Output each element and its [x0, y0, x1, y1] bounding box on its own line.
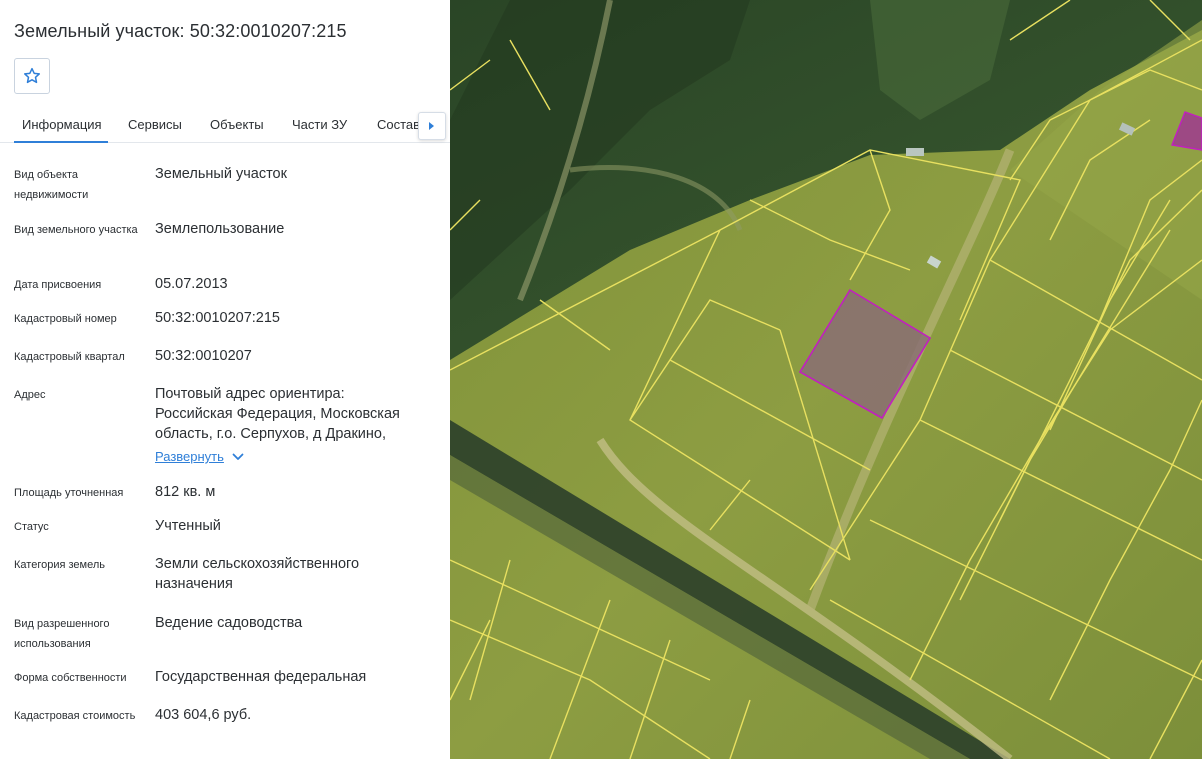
cadastral-map[interactable] [450, 0, 1202, 759]
tabs-scroll-right-button[interactable] [418, 112, 446, 140]
field-value-land-type: Землепользование [155, 221, 285, 237]
map-canvas[interactable] [450, 0, 1202, 759]
field-value-ownership: Государственная федеральная [155, 669, 367, 685]
tab-info[interactable]: Информация [14, 107, 108, 143]
tab-bar: Информация Сервисы Объекты Части ЗУ Сост… [0, 107, 450, 143]
field-label-cadastral-quarter: Кадастровый квартал [14, 351, 125, 363]
building-1 [906, 148, 924, 156]
chevron-down-icon [232, 453, 244, 460]
field-value-cadastral-value: 403 604,6 руб. [155, 707, 252, 723]
field-label-cadastral-number: Кадастровый номер [14, 313, 117, 325]
field-value-address: Почтовый адрес ориентира: Российская Фед… [155, 386, 400, 442]
page-title: Земельный участок: 50:32:0010207:215 [14, 21, 347, 41]
address-expand-link[interactable]: Развернуть [155, 449, 244, 464]
field-label-ownership: Форма собственности [14, 672, 127, 684]
field-label-land-category: Категория земель [14, 559, 105, 571]
field-value-status: Учтенный [155, 518, 221, 534]
star-outline-icon [24, 67, 40, 84]
field-value-cadastral-quarter: 50:32:0010207 [155, 348, 252, 364]
field-label-object-type: Вид объекта недвижимости [14, 169, 89, 201]
field-value-permitted-use: Ведение садоводства [155, 615, 303, 631]
field-value-area: 812 кв. м [155, 484, 216, 500]
field-label-status: Статус [14, 521, 49, 533]
field-label-permitted-use: Вид разрешенного использования [14, 618, 110, 650]
field-value-object-type: Земельный участок [155, 166, 287, 182]
tab-services[interactable]: Сервисы [120, 107, 190, 143]
expand-label: Развернуть [155, 449, 224, 464]
tab-parts[interactable]: Части ЗУ [284, 107, 355, 143]
field-label-address: Адрес [14, 389, 46, 401]
field-value-land-category: Земли сельскохозяйственного назначения [155, 556, 360, 592]
favorite-button[interactable] [14, 58, 50, 94]
triangle-right-icon [429, 122, 434, 130]
info-panel: Земельный участок: 50:32:0010207:215 Инф… [0, 0, 450, 759]
tab-objects[interactable]: Объекты [202, 107, 272, 143]
field-label-land-type: Вид земельного участка [14, 224, 138, 236]
field-value-cadastral-number: 50:32:0010207:215 [155, 310, 280, 326]
field-label-area: Площадь уточненная [14, 487, 124, 499]
field-label-assign-date: Дата присвоения [14, 279, 102, 291]
field-label-cadastral-value: Кадастровая стоимость [14, 710, 136, 722]
field-value-assign-date: 05.07.2013 [155, 276, 228, 292]
